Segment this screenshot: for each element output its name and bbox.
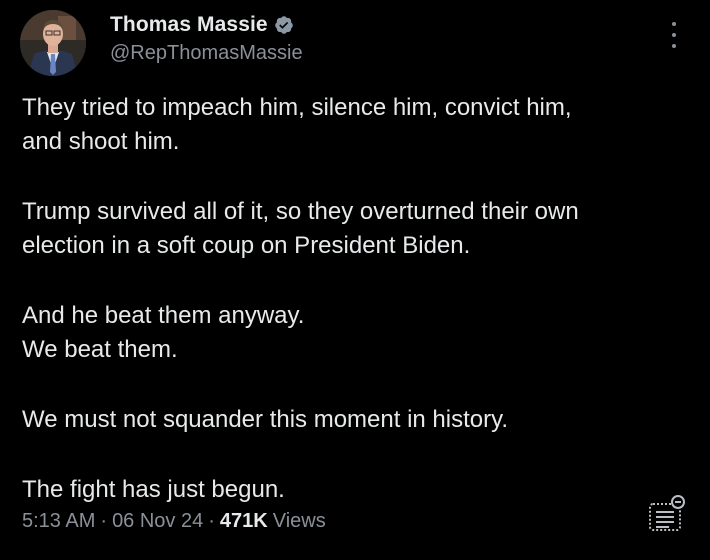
- tweet-date[interactable]: 06 Nov 24: [112, 510, 203, 533]
- views-label[interactable]: Views: [273, 510, 326, 533]
- avatar-image: [20, 10, 86, 76]
- more-vertical-icon: [672, 22, 676, 26]
- author-name[interactable]: Thomas Massie: [110, 13, 268, 37]
- tweet: Thomas Massie @RepThomasMassie They trie…: [0, 0, 710, 560]
- tweet-meta: 5:13 AM · 06 Nov 24 · 471K Views: [22, 510, 326, 533]
- tweet-text: They tried to impeach him, silence him, …: [22, 91, 682, 543]
- more-options-button[interactable]: [664, 22, 684, 48]
- tweet-line: and shoot him.: [22, 128, 180, 155]
- tweet-paragraph: They tried to impeach him, silence him, …: [22, 91, 682, 159]
- author-name-row: Thomas Massie: [110, 13, 294, 37]
- tweet-line: The fight has just begun.: [22, 476, 285, 503]
- tweet-line: They tried to impeach him, silence him, …: [22, 94, 572, 121]
- tweet-paragraph: We must not squander this moment in hist…: [22, 403, 682, 437]
- more-dot: [672, 33, 676, 37]
- tweet-line: Trump survived all of it, so they overtu…: [22, 198, 579, 225]
- verified-badge-icon: [274, 16, 293, 34]
- translate-text-icon[interactable]: [647, 494, 687, 534]
- tweet-line: We must not squander this moment in hist…: [22, 406, 508, 433]
- tweet-paragraph: And he beat them anyway. We beat them.: [22, 299, 682, 367]
- tweet-line: election in a soft coup on President Bid…: [22, 232, 471, 259]
- views-count[interactable]: 471K: [220, 510, 268, 533]
- avatar[interactable]: [20, 10, 86, 76]
- tweet-line: We beat them.: [22, 336, 178, 363]
- tweet-paragraph: The fight has just begun.: [22, 473, 682, 507]
- tweet-time[interactable]: 5:13 AM: [22, 510, 95, 533]
- tweet-line: And he beat them anyway.: [22, 302, 305, 329]
- meta-separator: ·: [208, 510, 215, 532]
- more-dot: [672, 44, 676, 48]
- tweet-paragraph: Trump survived all of it, so they overtu…: [22, 195, 682, 263]
- meta-separator: ·: [100, 510, 108, 532]
- author-handle[interactable]: @RepThomasMassie: [110, 42, 303, 65]
